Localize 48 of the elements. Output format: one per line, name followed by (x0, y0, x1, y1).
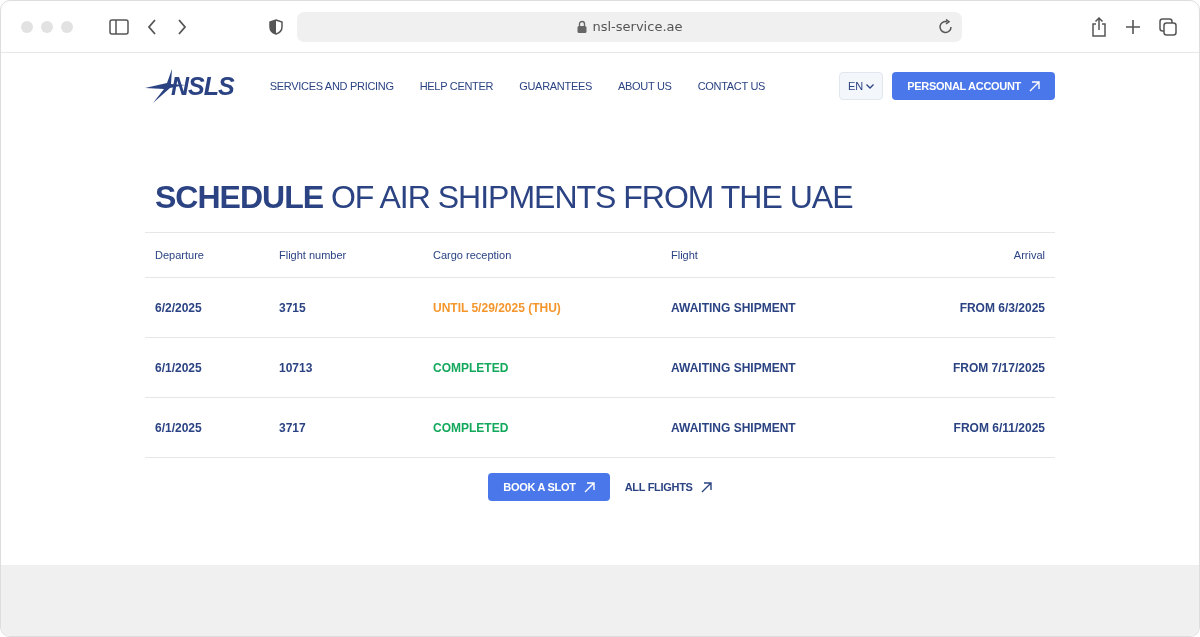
table-cell-text: 6/1/2025 (155, 360, 203, 375)
nav-link[interactable]: SERVICES AND PRICING (269, 80, 394, 92)
window-control-dot[interactable] (61, 20, 73, 33)
column-header: Cargo reception (433, 249, 513, 261)
page-title: SCHEDULE OF AIR SHIPMENTS FROM THE UAE (155, 179, 854, 217)
shield-icon[interactable] (269, 18, 283, 35)
back-icon[interactable] (147, 18, 157, 35)
status-text: COMPLETED (433, 420, 510, 435)
language-dropdown[interactable]: EN (838, 72, 884, 100)
address-bar[interactable]: nsl-service.ae (297, 11, 962, 42)
table-cell-text: FROM 6/11/2025 (952, 420, 1045, 435)
column-header: Arrival (1012, 249, 1045, 261)
window-control-dot[interactable] (41, 20, 53, 33)
table-cell-text: 3715 (279, 300, 307, 315)
arrow-up-right-icon (700, 481, 712, 493)
arrow-up-right-icon (1029, 80, 1040, 92)
column-header: Departure (155, 249, 205, 261)
status-text: UNTIL 5/29/2025 (THU) (433, 300, 562, 315)
nav-link[interactable]: CONTACT US (697, 80, 766, 92)
forward-icon[interactable] (177, 18, 187, 35)
table-cell-text: 6/1/2025 (155, 420, 203, 435)
table-cell-text: FROM 7/17/2025 (951, 360, 1045, 375)
new-tab-icon[interactable] (1125, 18, 1141, 35)
table-cell-text: AWAITING SHIPMENT (671, 360, 797, 375)
personal-account-button[interactable]: PERSONAL ACCOUNT (892, 72, 1055, 100)
status-text: COMPLETED (433, 360, 510, 375)
table-cell-text: 6/2/2025 (155, 300, 203, 315)
arrow-up-right-icon (583, 481, 595, 493)
chevron-down-icon (866, 83, 875, 89)
window-control-dot[interactable] (21, 20, 33, 33)
table-cell-text: FROM 6/3/2025 (958, 300, 1045, 315)
column-header: Flight (671, 249, 699, 261)
nav-link[interactable]: ABOUT US (618, 80, 672, 92)
reload-icon[interactable] (938, 18, 954, 35)
nav-link[interactable]: GUARANTEES (519, 80, 592, 92)
column-header: Flight number (279, 249, 348, 261)
table-cell-text: 10713 (279, 360, 314, 375)
nav-link[interactable]: HELP CENTER (419, 80, 494, 92)
sidebar-icon[interactable] (109, 18, 129, 35)
table-cell-text: 3717 (279, 420, 307, 435)
table-cell-text: AWAITING SHIPMENT (671, 420, 797, 435)
logo-text[interactable]: NSLS (171, 71, 234, 101)
book-slot-button[interactable]: BOOK A SLOT (488, 473, 610, 501)
tabs-icon[interactable] (1159, 17, 1177, 36)
table-cell-text: AWAITING SHIPMENT (671, 300, 797, 315)
all-flights-link[interactable]: ALL FLIGHTS (624, 481, 712, 493)
lock-icon (576, 20, 587, 33)
share-icon[interactable] (1091, 16, 1107, 37)
